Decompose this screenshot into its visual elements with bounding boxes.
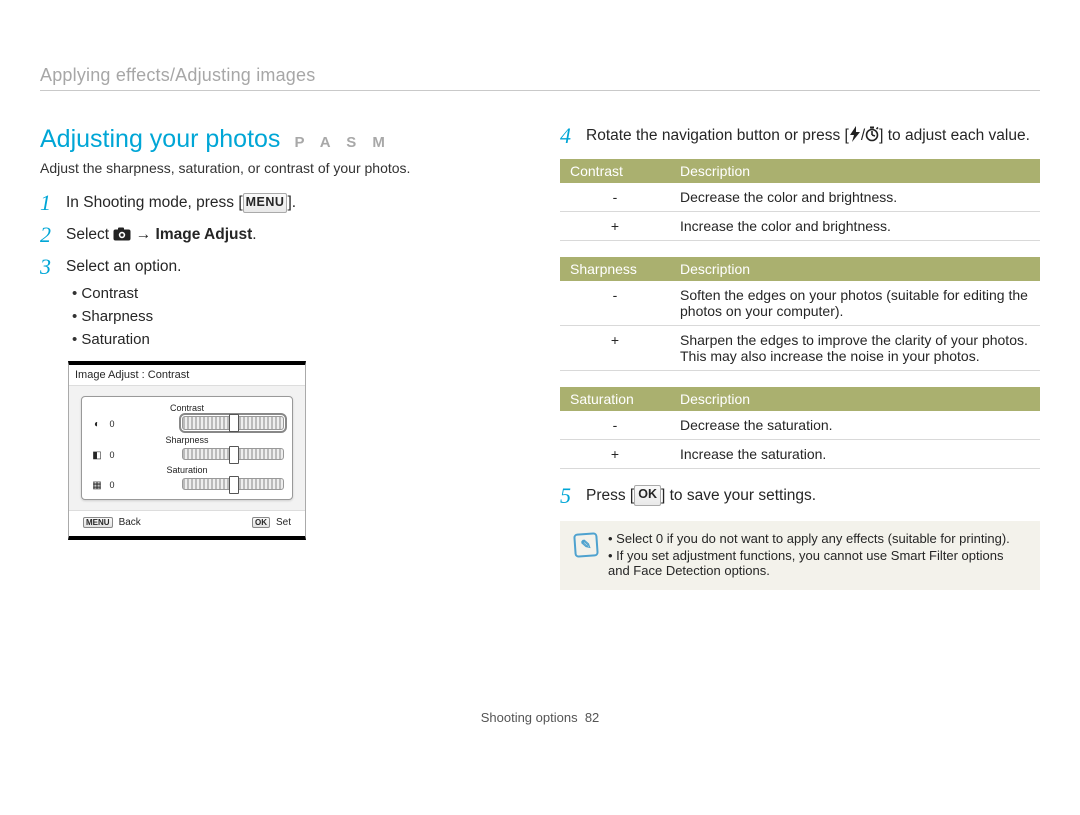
contrast-slider [182,416,284,430]
td-desc: Increase the color and brightness. [670,211,1040,240]
back-label: Back [119,517,141,528]
flash-icon [849,126,861,149]
page-title: Adjusting your photos [40,125,280,154]
mode-letters: P A S M [294,134,390,151]
slider-label: Saturation [90,465,284,475]
th-saturation: Saturation [560,387,670,411]
td-key: - [560,183,670,212]
camera-screenshot: Image Adjust : Contrast Contrast ◐ 0 Sha… [68,361,306,540]
th-contrast: Contrast [560,159,670,183]
ok-mini-button: OK [252,517,270,528]
page-subtitle: Adjust the sharpness, saturation, or con… [40,160,520,176]
note-item: If you set adjustment functions, you can… [608,548,1026,578]
step-5: 5 Press [OK] to save your settings. [560,485,1040,507]
step-3-bullet: Sharpness [72,305,520,328]
timer-icon [865,126,879,149]
td-desc: Soften the edges on your photos (suitabl… [670,281,1040,326]
slider-value: 0 [108,450,116,460]
step-3: 3 Select an option. Contrast Sharpness S… [40,256,520,351]
slider-thumb [229,414,239,432]
step-2-text-pre: Select [66,226,113,243]
step-number: 2 [40,224,56,246]
footer-section: Shooting options [481,710,578,725]
saturation-icon: ▦ [90,478,104,491]
saturation-table: SaturationDescription -Decrease the satu… [560,387,1040,469]
camera-icon [113,227,131,241]
td-desc: Decrease the color and brightness. [670,183,1040,212]
step-2-arrow: → [136,226,156,243]
step-1-text-post: ]. [287,194,296,211]
breadcrumb: Applying effects/Adjusting images [40,65,1040,91]
step-3-bullet: Contrast [72,282,520,305]
step-2: 2 Select → Image Adjust. [40,224,520,246]
set-label: Set [276,517,291,528]
slider-value: 0 [108,419,116,429]
sharpness-table: SharpnessDescription -Soften the edges o… [560,257,1040,371]
slider-label: Sharpness [90,435,284,445]
td-desc: Sharpen the edges to improve the clarity… [670,325,1040,370]
page-footer: Shooting options 82 [40,710,1040,725]
sharpness-icon: ◧ [90,448,104,461]
td-desc: Decrease the saturation. [670,411,1040,440]
camera-panel: Contrast ◐ 0 Sharpness ◧ 0 Saturation ▦ … [81,396,293,500]
step-number: 1 [40,192,56,214]
td-key: - [560,411,670,440]
step-3-text: Select an option. [66,258,181,275]
contrast-icon: ◐ [90,417,104,430]
step-5-pre: Press [ [586,487,634,504]
note-item: Select 0 if you do not want to apply any… [608,531,1026,546]
slider-label: Contrast [90,403,284,413]
camera-header: Image Adjust : Contrast [69,365,305,386]
menu-button-glyph: MENU [243,193,288,214]
step-2-bold: Image Adjust [156,226,253,243]
step-2-post: . [252,226,256,243]
footer-page: 82 [585,710,599,725]
td-key: - [560,281,670,326]
note-icon: ✎ [573,532,599,558]
step-1: 1 In Shooting mode, press [MENU]. [40,192,520,214]
left-column: Adjusting your photos P A S M Adjust the… [40,125,520,590]
step-1-text-pre: In Shooting mode, press [ [66,194,243,211]
step-number: 5 [560,485,576,507]
sharpness-slider [182,448,284,460]
th-description: Description [670,387,1040,411]
step-number: 3 [40,256,56,278]
td-key: + [560,211,670,240]
step-3-bullet: Saturation [72,328,520,351]
note-box: ✎ Select 0 if you do not want to apply a… [560,521,1040,590]
slider-value: 0 [108,480,116,490]
menu-mini-button: MENU [83,517,113,528]
saturation-slider [182,478,284,490]
td-desc: Increase the saturation. [670,439,1040,468]
th-description: Description [670,159,1040,183]
ok-button-glyph: OK [634,485,661,506]
step-4: 4 Rotate the navigation button or press … [560,125,1040,149]
slider-thumb [229,446,239,464]
step-4-post: ] to adjust each value. [879,127,1030,144]
td-key: + [560,439,670,468]
step-5-post: ] to save your settings. [661,487,816,504]
step-4-pre: Rotate the navigation button or press [ [586,127,849,144]
contrast-table: ContrastDescription -Decrease the color … [560,159,1040,241]
th-sharpness: Sharpness [560,257,670,281]
step-number: 4 [560,125,576,147]
right-column: 4 Rotate the navigation button or press … [560,125,1040,590]
td-key: + [560,325,670,370]
slider-thumb [229,476,239,494]
th-description: Description [670,257,1040,281]
